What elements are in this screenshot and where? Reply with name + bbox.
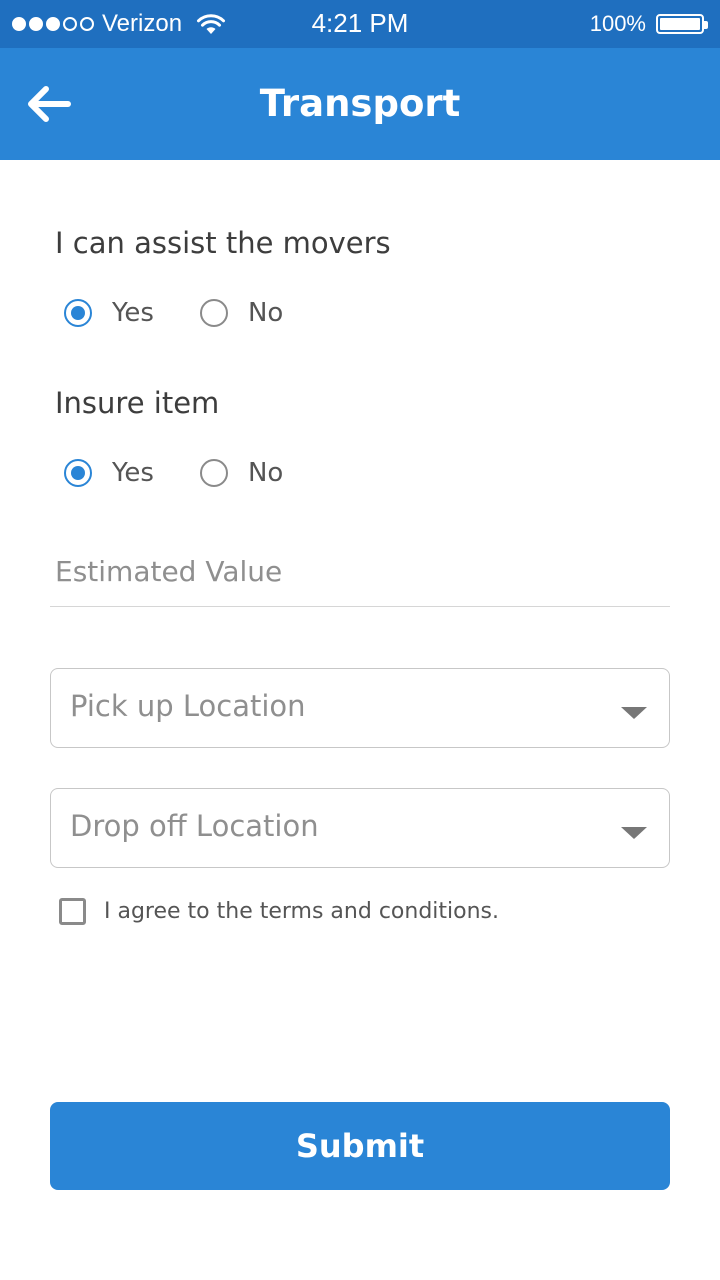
terms-checkbox[interactable]	[59, 898, 86, 925]
dropoff-location-placeholder: Drop off Location	[70, 809, 319, 843]
radio-button-checked[interactable]	[64, 459, 92, 487]
radio-label: No	[247, 298, 284, 328]
estimated-value-field	[50, 548, 670, 607]
page-title: Transport	[259, 82, 461, 125]
radio-label: Yes	[112, 298, 154, 328]
assist-movers-yes-option[interactable]: Yes	[64, 298, 154, 328]
pickup-location-placeholder: Pick up Location	[70, 689, 306, 723]
status-bar: Verizon 4:21 PM 100%	[0, 0, 720, 48]
pickup-location-select[interactable]: Pick up Location	[50, 668, 670, 748]
insure-item-label: Insure item	[55, 386, 220, 420]
terms-row: I agree to the terms and conditions.	[59, 898, 499, 925]
battery-percent: 100%	[589, 11, 646, 36]
estimated-value-input[interactable]	[50, 548, 670, 606]
radio-button[interactable]	[199, 459, 228, 487]
battery-icon	[656, 14, 708, 34]
submit-button[interactable]: Submit	[50, 1102, 670, 1190]
battery-fill	[660, 18, 700, 30]
chevron-down-icon	[621, 707, 647, 719]
app-bar: Transport	[0, 48, 720, 160]
radio-button[interactable]	[199, 299, 228, 327]
radio-button-checked[interactable]	[64, 299, 92, 327]
radio-label: Yes	[112, 458, 154, 488]
insure-item-no-option[interactable]: No	[199, 458, 284, 488]
insure-item-radio-group: Yes No	[64, 458, 329, 488]
battery-tip	[704, 21, 708, 29]
battery-group: 100%	[589, 10, 708, 38]
assist-movers-label: I can assist the movers	[55, 226, 391, 260]
dropoff-location-select[interactable]: Drop off Location	[50, 788, 670, 868]
terms-label: I agree to the terms and conditions.	[104, 899, 499, 924]
chevron-down-icon	[621, 827, 647, 839]
insure-item-yes-option[interactable]: Yes	[64, 458, 154, 488]
assist-movers-no-option[interactable]: No	[199, 298, 284, 328]
assist-movers-radio-group: Yes No	[64, 298, 329, 328]
radio-label: No	[247, 458, 284, 488]
